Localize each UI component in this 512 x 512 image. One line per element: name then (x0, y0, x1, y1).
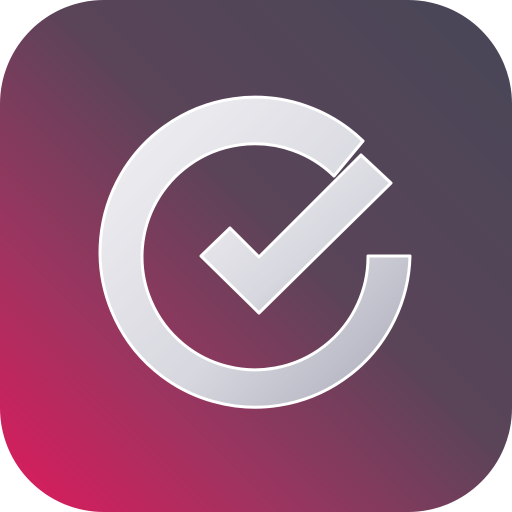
icon-canvas (0, 0, 512, 512)
check-circle-app-icon[interactable] (0, 0, 512, 512)
app-icon-artwork (0, 0, 512, 512)
